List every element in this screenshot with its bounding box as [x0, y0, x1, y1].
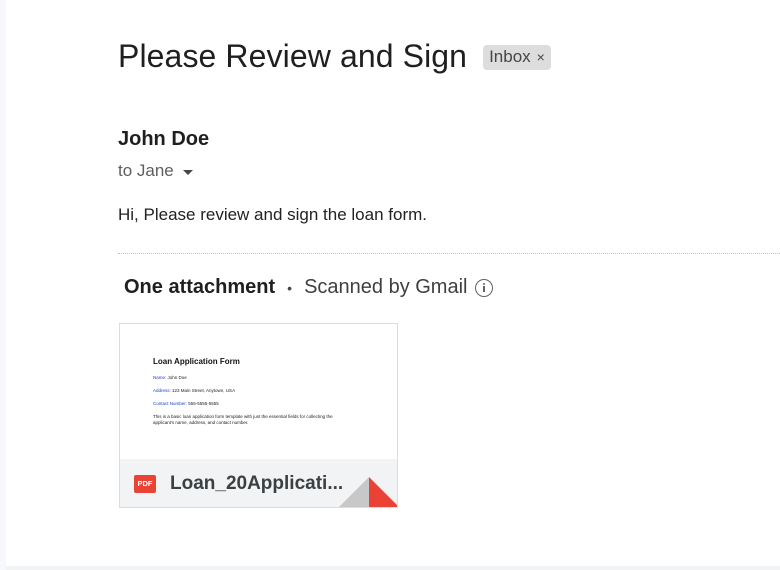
- preview-contact-value: 555-5555-5555: [188, 401, 219, 406]
- attachment-preview[interactable]: Loan Application Form Name: John Doe Add…: [120, 324, 397, 459]
- preview-contact-line: Contact Number: 555-5555-5555: [153, 401, 219, 406]
- left-rail: [0, 0, 6, 570]
- attachment-filename: Loan_20Applicati...: [170, 472, 344, 494]
- preview-name-line: Name: John Doe: [153, 375, 187, 380]
- email-body: Hi, Please review and sign the loan form…: [118, 205, 427, 224]
- pdf-icon: PDF: [134, 474, 156, 493]
- chevron-down-icon[interactable]: [182, 169, 193, 175]
- label-text: Inbox: [489, 47, 531, 66]
- preview-description-line-1: This is a basic loan application form te…: [153, 414, 333, 419]
- preview-description-line-2: applicant's name, address, and contact n…: [153, 420, 249, 425]
- remove-label-icon[interactable]: ×: [537, 49, 545, 65]
- preview-title: Loan Application Form: [153, 357, 240, 366]
- inbox-label-chip[interactable]: Inbox ×: [483, 45, 551, 70]
- bottom-divider: [6, 566, 780, 570]
- scanned-by-gmail-text: Scanned by Gmail: [304, 276, 468, 298]
- preview-contact-label: Contact Number:: [153, 401, 188, 406]
- recipient-details-toggle[interactable]: to Jane: [118, 161, 193, 181]
- preview-address-value: 123 Main Street, Anytown, USA: [172, 388, 236, 393]
- preview-name-label: Name:: [153, 375, 167, 380]
- subject-row: Please Review and Sign Inbox ×: [118, 38, 551, 75]
- attachments-divider: [118, 253, 780, 254]
- sender-name[interactable]: John Doe: [118, 128, 209, 151]
- preview-address-label: Address:: [153, 388, 171, 393]
- attachment-card[interactable]: Loan Application Form Name: John Doe Add…: [119, 323, 398, 508]
- info-icon[interactable]: [475, 278, 494, 297]
- preview-name-value: John Doe: [167, 375, 187, 380]
- recipient-text: to Jane: [118, 161, 174, 180]
- attachment-count: One attachment: [124, 276, 276, 298]
- attachments-header: One attachment • Scanned by Gmail: [124, 276, 494, 299]
- page-fold-icon: [339, 477, 369, 507]
- email-subject: Please Review and Sign: [118, 38, 468, 74]
- separator-dot: •: [287, 279, 293, 296]
- preview-address-line: Address: 123 Main Street, Anytown, USA: [153, 388, 235, 393]
- pdf-corner-icon: [369, 477, 397, 507]
